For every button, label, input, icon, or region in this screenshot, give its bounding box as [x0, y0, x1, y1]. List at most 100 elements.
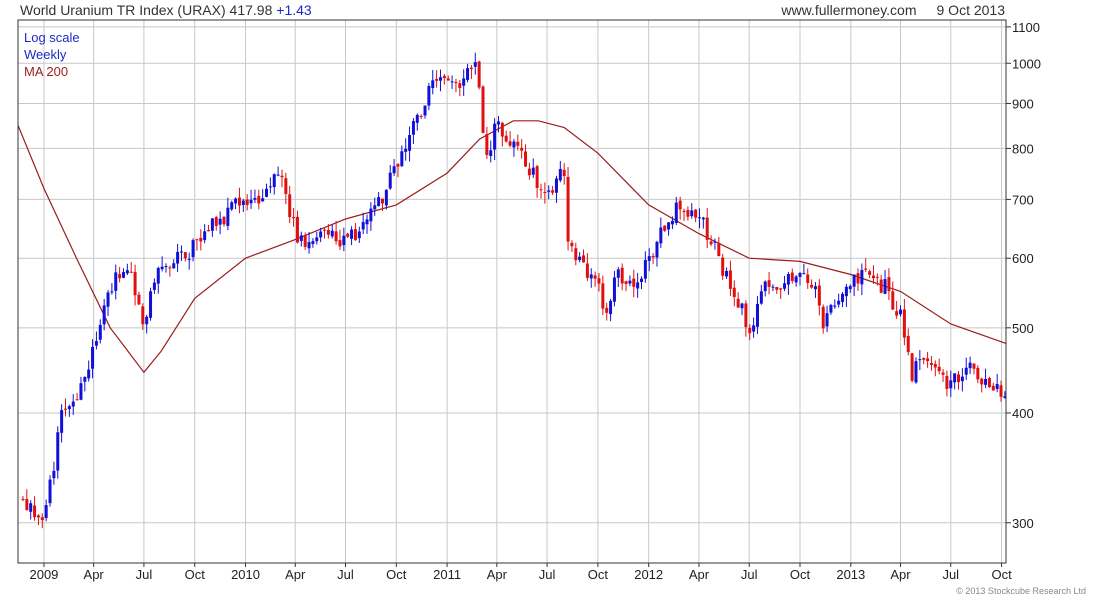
candle-down [442, 75, 446, 79]
candle-down [694, 209, 698, 218]
candle-up [330, 230, 334, 237]
candle-down [678, 200, 682, 210]
candle-down [520, 147, 524, 151]
candle-down [237, 197, 241, 206]
candle-up [361, 222, 365, 230]
candle-down [910, 353, 914, 381]
candle-up [763, 281, 767, 292]
candle-down [118, 274, 122, 279]
candle-up [241, 200, 245, 205]
x-tick-label: Jul [741, 567, 758, 582]
candle-up [423, 105, 427, 116]
candle-down [663, 225, 667, 231]
candle-up [589, 274, 593, 279]
candle-down [280, 175, 284, 178]
candle-up [276, 174, 280, 176]
candle-up [438, 77, 442, 81]
candle-down [945, 376, 949, 389]
candle-up [44, 505, 48, 518]
candle-up [852, 274, 856, 287]
candle-down [744, 303, 748, 328]
candle-up [307, 242, 311, 249]
candle-up [578, 256, 582, 261]
candle-up [91, 346, 95, 369]
candles [21, 52, 1007, 529]
candle-up [79, 383, 83, 400]
candle-down [183, 252, 187, 259]
candle-up [160, 266, 164, 270]
candle-up [837, 300, 841, 305]
candle-up [411, 121, 415, 135]
candle-up [265, 188, 269, 197]
candle-down [516, 141, 520, 146]
candle-up [813, 286, 817, 290]
candle-down [632, 278, 636, 287]
candle-up [466, 68, 470, 80]
candle-up [210, 218, 214, 231]
candle-down [624, 281, 628, 284]
candle-down [806, 274, 810, 284]
candle-up [489, 150, 493, 157]
candle-down [709, 241, 713, 245]
candle-up [659, 227, 663, 244]
y-tick-label: 1100 [1012, 20, 1040, 35]
x-tick-label: Jul [136, 567, 153, 582]
candle-up [512, 141, 516, 148]
legend-ma200: MA 200 [24, 64, 69, 79]
candle-up [98, 324, 102, 340]
candle-up [655, 241, 659, 258]
candle-down [527, 168, 531, 176]
candle-down [871, 275, 875, 279]
x-tick-label: Jul [539, 567, 556, 582]
legend-weekly: Weekly [24, 47, 67, 62]
candle-up [953, 373, 957, 383]
candle-up [752, 325, 756, 332]
candle-up [674, 202, 678, 223]
x-tick-label: 2012 [634, 567, 663, 582]
candle-down [257, 195, 261, 204]
candle-down [504, 135, 508, 142]
candle-up [914, 361, 918, 383]
candle-down [396, 164, 400, 167]
candle-down [40, 517, 44, 521]
candle-up [172, 263, 176, 269]
candle-up [388, 172, 392, 189]
candle-up [253, 197, 257, 200]
candle-up [964, 367, 968, 375]
candle-up [462, 78, 466, 86]
candle-up [802, 273, 806, 275]
candle-down [543, 192, 547, 194]
candle-up [960, 376, 964, 382]
candle-up [408, 134, 412, 151]
candle-up [83, 376, 87, 382]
candle-up [841, 293, 845, 302]
candle-down [980, 378, 984, 385]
candle-up [725, 270, 729, 277]
candle-down [334, 231, 338, 242]
candle-up [152, 282, 156, 290]
candle-down [906, 335, 910, 353]
candle-up [272, 174, 276, 188]
candle-up [918, 359, 922, 361]
candle-up [373, 205, 377, 210]
candle-down [21, 498, 25, 500]
candle-up [121, 272, 125, 278]
candle-down [446, 78, 450, 81]
candle-up [636, 282, 640, 289]
candle-down [817, 285, 821, 306]
candle-up [628, 280, 632, 284]
candle-up [56, 432, 60, 471]
candle-down [295, 216, 299, 243]
candle-up [125, 270, 129, 274]
legend-log-scale: Log scale [24, 30, 80, 45]
candle-down [721, 257, 725, 276]
candle-up [531, 167, 535, 175]
ma200-line [17, 120, 1007, 374]
copyright: © 2013 Stockcube Research Ltd [956, 586, 1086, 596]
candle-up [315, 237, 319, 242]
candle-up [203, 231, 207, 241]
candle-down [284, 178, 288, 194]
candle-down [728, 270, 732, 289]
candle-up [949, 380, 953, 389]
candle-up [771, 286, 775, 288]
